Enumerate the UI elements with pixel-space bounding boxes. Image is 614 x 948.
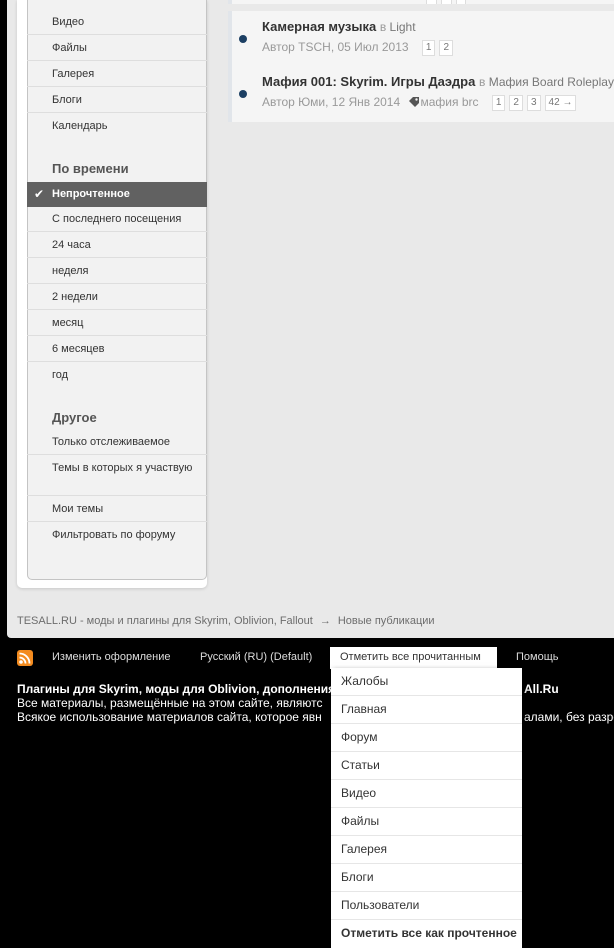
sidebar-item-unread[interactable]: ✔ Непрочтенное [27, 182, 207, 207]
sidebar-item-calendar[interactable]: Календарь [27, 114, 207, 139]
sidebar-item-label: Фильтровать по форуму [52, 529, 176, 541]
sidebar-item-label: С последнего посещения [52, 213, 182, 225]
dropdown-item-video[interactable]: Видео [331, 780, 522, 808]
section-heading-by-time: По времени [52, 161, 129, 176]
dropdown-item-members[interactable]: Пользователи [331, 892, 522, 920]
page-link[interactable]: 1 [421, 40, 436, 56]
mark-all-read-label: Отметить все прочитанным [340, 651, 481, 663]
sidebar-item-label: год [52, 369, 69, 381]
sidebar-item-filter-by-forum[interactable]: Фильтровать по форуму [27, 523, 207, 548]
checkmark-icon: ✔ [34, 187, 45, 201]
tag-link[interactable]: мафия brc [421, 95, 479, 109]
help-link[interactable]: Помощь [516, 651, 559, 663]
sidebar-item-files[interactable]: Файлы [27, 36, 207, 61]
page-link[interactable] [426, 0, 437, 4]
dropdown-item-files[interactable]: Файлы [331, 808, 522, 836]
unread-dot-icon [239, 90, 247, 98]
sidebar-item-label: неделя [52, 265, 89, 277]
sidebar-item-24-hours[interactable]: 24 часа [27, 233, 207, 258]
sidebar-item-label: Темы в которых я участвую [52, 462, 193, 474]
dropdown-item-forum[interactable]: Форум [331, 724, 522, 752]
sidebar-item-label: Блоги [52, 94, 82, 106]
forum-link[interactable]: Мафия Board Roleplay [489, 75, 614, 89]
dropdown-item-gallery[interactable]: Галерея [331, 836, 522, 864]
breadcrumb-arrow: → [319, 615, 331, 627]
sidebar-item-label: 2 недели [52, 291, 98, 303]
sidebar-item-label: Файлы [52, 42, 87, 54]
sidebar-item-label: Только отслеживаемое [52, 436, 170, 448]
breadcrumb-site-link[interactable]: TESALL.RU - моды и плагины для Skyrim, O… [17, 615, 313, 627]
dropdown-item-mark-all-read[interactable]: Отметить все как прочтенное [331, 920, 522, 948]
filter-sidebar: Видео Файлы Галерея Блоги Календарь По в… [17, 0, 207, 588]
sidebar-item-week[interactable]: неделя [27, 259, 207, 284]
sidebar-item-video[interactable]: Видео [27, 10, 207, 35]
sidebar-item-blogs[interactable]: Блоги [27, 88, 207, 113]
copyright-line-2: Все материалы, размещённые на этом сайте… [17, 696, 323, 710]
topic-row-previous [228, 0, 614, 4]
sidebar-item-label: 24 часа [52, 239, 91, 251]
sidebar-item-participated[interactable]: Темы в которых я участвую [27, 456, 207, 496]
mark-all-read-menu-button[interactable]: Отметить все прочитанным [330, 647, 497, 669]
sidebar-item-label: Календарь [52, 120, 108, 132]
dropdown-item-blogs[interactable]: Блоги [331, 864, 522, 892]
sidebar-item-label: месяц [52, 317, 84, 329]
copyright-line-3-tail: алами, без разре [524, 710, 614, 724]
sidebar-item-2-weeks[interactable]: 2 недели [27, 285, 207, 310]
sidebar-item-since-last-visit[interactable]: С последнего посещения [27, 207, 207, 232]
page-link[interactable]: 2 [439, 40, 454, 56]
dropdown-item-articles[interactable]: Статьи [331, 752, 522, 780]
language-selector[interactable]: Русский (RU) (Default) [200, 651, 312, 663]
sidebar-item-label: Мои темы [52, 503, 104, 515]
page-link[interactable] [440, 0, 452, 4]
sidebar-item-label: Видео [52, 16, 85, 28]
change-theme-link[interactable]: Изменить оформление [52, 651, 171, 663]
content-area: Видео Файлы Галерея Блоги Календарь По в… [7, 0, 614, 638]
mark-read-dropdown: Жалобы Главная Форум Статьи Видео Файлы … [331, 668, 522, 948]
sidebar-item-gallery[interactable]: Галерея [27, 62, 207, 87]
page-link[interactable]: 42 → [544, 95, 577, 111]
forum-link[interactable]: Light [390, 20, 416, 34]
sidebar-item-6-months[interactable]: 6 месяцев [27, 337, 207, 362]
sidebar-item-month[interactable]: месяц [27, 311, 207, 336]
page-link[interactable]: 3 [526, 95, 541, 111]
topic-row: Камерная музыка в Light Автор TSCH, 05 И… [228, 11, 614, 67]
breadcrumb: TESALL.RU - моды и плагины для Skyrim, O… [17, 615, 435, 627]
breadcrumb-current[interactable]: Новые публикации [338, 615, 435, 627]
sidebar-item-label: Непрочтенное [52, 188, 130, 200]
page-link[interactable]: 2 [509, 95, 523, 111]
tag-icon [408, 97, 419, 108]
topic-row: Мафия 001: Skyrim. Игры Даэдра в Мафия B… [228, 66, 614, 122]
sidebar-item-label: 6 месяцев [52, 343, 105, 355]
topic-meta: Автор TSCH, 05 Июл 2013 [262, 40, 409, 55]
sidebar-item-my-topics[interactable]: Мои темы [27, 497, 207, 522]
page-link[interactable]: 1 [491, 95, 506, 111]
unread-dot-icon [239, 35, 247, 43]
sidebar-item-label: Галерея [52, 68, 95, 80]
in-word: в [379, 20, 387, 34]
topic-title-link[interactable]: Камерная музыка [262, 19, 376, 34]
topic-title-link[interactable]: Мафия 001: Skyrim. Игры Даэдра [262, 74, 475, 89]
copyright-title-tail: All.Ru [524, 682, 559, 696]
sidebar-item-followed[interactable]: Только отслеживаемое [27, 430, 207, 455]
rss-icon[interactable] [17, 650, 33, 666]
in-word: в [478, 75, 486, 89]
topic-meta: Автор Юми, 12 Янв 2014 [262, 95, 401, 110]
dropdown-item-home[interactable]: Главная [331, 696, 522, 724]
sidebar-item-year[interactable]: год [27, 363, 207, 388]
copyright-line-3: Всякое использование материалов сайта, к… [17, 710, 322, 724]
section-heading-other: Другое [52, 410, 97, 425]
copyright-title: Плагины для Skyrim, моды для Oblivion, д… [17, 682, 336, 696]
dropdown-item-reports[interactable]: Жалобы [331, 668, 522, 696]
page-link[interactable] [455, 0, 467, 4]
